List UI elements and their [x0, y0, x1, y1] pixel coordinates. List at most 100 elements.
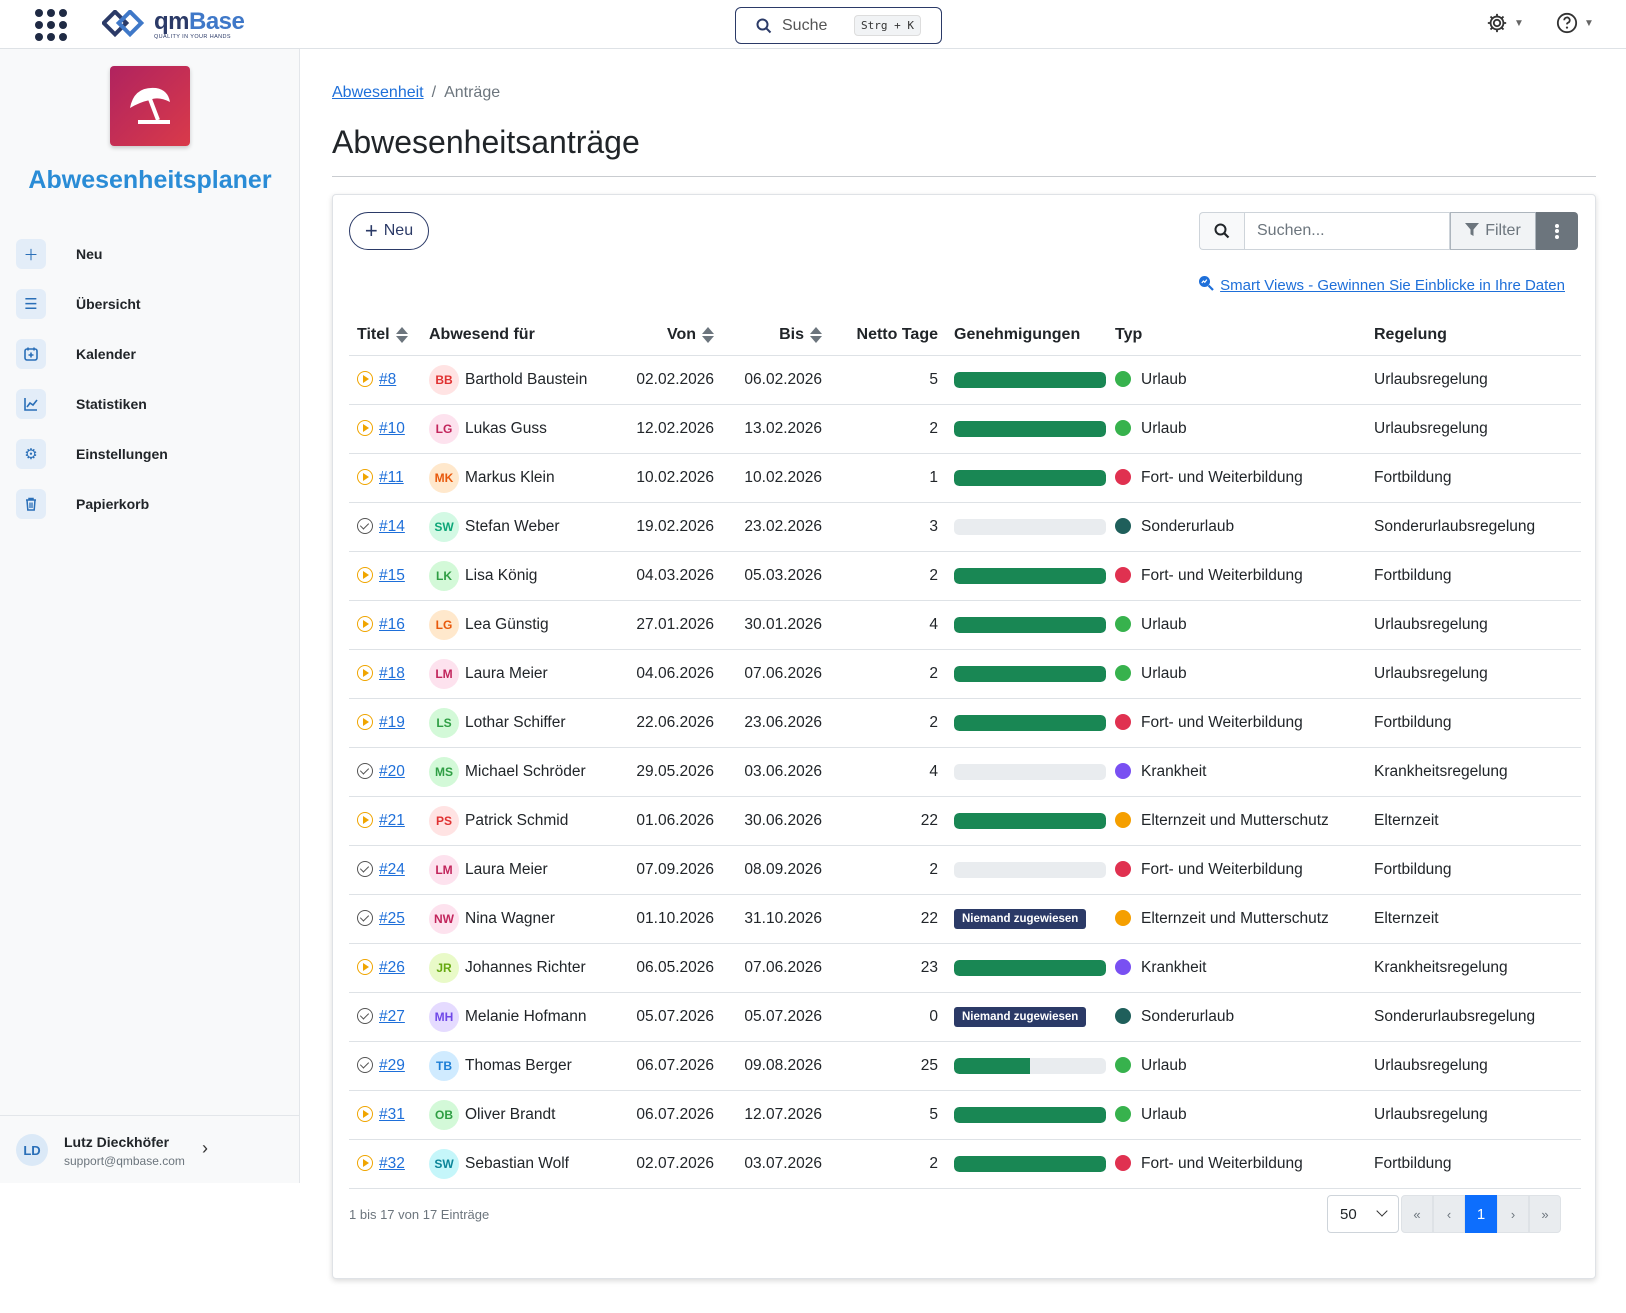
search-icon[interactable]: [1199, 212, 1244, 250]
to-date: 07.06.2026: [734, 943, 834, 993]
absence-type: Sonderurlaub: [1141, 517, 1235, 535]
user-name: Lutz Dieckhöfer: [64, 1134, 170, 1150]
smart-views-label: Smart Views - Gewinnen Sie Einblicke in …: [1220, 276, 1565, 294]
app-tile[interactable]: [110, 66, 190, 146]
type-color-dot: [1115, 616, 1131, 633]
request-link[interactable]: #31: [379, 1106, 405, 1123]
absence-type: Urlaub: [1141, 370, 1187, 388]
table-row[interactable]: #18 LM Laura Meier 04.06.2026 07.06.2026 2 Url…: [349, 649, 1581, 699]
smart-views-link[interactable]: Smart Views - Gewinnen Sie Einblicke in …: [1198, 275, 1565, 295]
request-link[interactable]: #16: [379, 616, 405, 633]
request-link[interactable]: #32: [379, 1155, 405, 1172]
person-name: Oliver Brandt: [465, 1105, 556, 1123]
table-row[interactable]: #32 SW Sebastian Wolf 02.07.2026 03.07.2026 2…: [349, 1139, 1581, 1189]
filter-button[interactable]: Filter: [1450, 212, 1536, 250]
table-row[interactable]: #15 LK Lisa König 04.03.2026 05.03.2026 2 Fort…: [349, 551, 1581, 601]
last-page-button[interactable]: »: [1529, 1195, 1561, 1233]
table-row[interactable]: #25 NW Nina Wagner 01.10.2026 31.10.2026 22 Ni…: [349, 894, 1581, 944]
avatar: LD: [16, 1134, 48, 1166]
table-row[interactable]: #8 BB Barthold Baustein 02.02.2026 06.02.202…: [349, 355, 1581, 405]
sidebar-item-einstellungen[interactable]: ⚙ Einstellungen: [16, 429, 286, 479]
request-link[interactable]: #25: [379, 910, 405, 927]
avatar: MH: [429, 1001, 459, 1032]
to-date: 07.06.2026: [734, 649, 834, 699]
table-row[interactable]: #19 LS Lothar Schiffer 22.06.2026 23.06.2026…: [349, 698, 1581, 748]
type-color-dot: [1115, 1057, 1131, 1074]
filter-label: Filter: [1485, 222, 1521, 239]
page-button-1[interactable]: 1: [1465, 1195, 1497, 1233]
from-date: 05.07.2026: [634, 992, 734, 1042]
kebab-icon: [1555, 222, 1559, 240]
global-search[interactable]: Suche Strg + K: [735, 7, 942, 44]
column-header-from[interactable]: Von: [634, 315, 734, 356]
table-row[interactable]: #11 MK Markus Klein 10.02.2026 10.02.2026 1 Fo…: [349, 453, 1581, 503]
person-name: Stefan Weber: [465, 517, 560, 535]
table-row[interactable]: #16 LG Lea Günstig 27.01.2026 30.01.2026 4 Url…: [349, 600, 1581, 650]
logo[interactable]: qmBase QUALITY IN YOUR HANDS: [102, 8, 245, 42]
table-row[interactable]: #24 LM Laura Meier 07.09.2026 08.09.2026 2 For…: [349, 845, 1581, 895]
avatar: OB: [429, 1099, 459, 1130]
play-circle-icon: [357, 812, 373, 829]
request-link[interactable]: #18: [379, 665, 405, 682]
column-header-rule: Regelung: [1374, 315, 1581, 356]
table-row[interactable]: #21 PS Patrick Schmid 01.06.2026 30.06.2026 2…: [349, 796, 1581, 846]
table-row[interactable]: #20 MS Michael Schröder 29.05.2026 03.06.202…: [349, 747, 1581, 797]
settings-menu[interactable]: ▼: [1486, 12, 1524, 34]
request-link[interactable]: #29: [379, 1057, 405, 1074]
first-page-button[interactable]: «: [1401, 1195, 1433, 1233]
page-size-select[interactable]: 50: [1327, 1195, 1399, 1233]
chevron-down-icon: [1376, 1205, 1388, 1217]
sidebar-item-label: Kalender: [76, 346, 136, 362]
request-link[interactable]: #14: [379, 518, 405, 535]
table-search-input[interactable]: Suchen...: [1244, 212, 1450, 250]
table-row[interactable]: #31 OB Oliver Brandt 06.07.2026 12.07.2026 5 U…: [349, 1090, 1581, 1140]
table-row[interactable]: #14 SW Stefan Weber 19.02.2026 23.02.2026 3 So…: [349, 502, 1581, 552]
request-link[interactable]: #24: [379, 861, 405, 878]
sidebar-item-uebersicht[interactable]: ☰ Übersicht: [16, 279, 286, 329]
check-circle-icon: [357, 1057, 373, 1074]
sidebar-item-statistiken[interactable]: Statistiken: [16, 379, 286, 429]
breadcrumb-link-abwesenheit[interactable]: Abwesenheit: [332, 84, 424, 101]
column-header-title[interactable]: Titel: [349, 315, 429, 356]
person-name: Lukas Guss: [465, 419, 547, 437]
help-menu[interactable]: ▼: [1556, 12, 1594, 34]
request-link[interactable]: #20: [379, 763, 405, 780]
next-page-button[interactable]: ›: [1497, 1195, 1529, 1233]
request-link[interactable]: #11: [379, 469, 404, 486]
absence-rule: Fortbildung: [1374, 551, 1581, 601]
sidebar-item-papierkorb[interactable]: Papierkorb: [16, 479, 286, 529]
new-request-button[interactable]: + Neu: [349, 212, 429, 250]
play-circle-icon: [357, 714, 373, 731]
check-circle-icon: [357, 763, 373, 780]
absence-type: Fort- und Weiterbildung: [1141, 1154, 1303, 1172]
sidebar-item-label: Einstellungen: [76, 446, 168, 462]
approval-progress: [954, 763, 1106, 780]
table-row[interactable]: #10 LG Lukas Guss 12.02.2026 13.02.2026 2 Urla…: [349, 404, 1581, 454]
user-menu[interactable]: LD Lutz Dieckhöfer support@qmbase.com ›: [0, 1115, 300, 1183]
to-date: 30.06.2026: [734, 796, 834, 846]
table-row[interactable]: #29 TB Thomas Berger 06.07.2026 09.08.2026 25…: [349, 1041, 1581, 1091]
type-color-dot: [1115, 861, 1131, 878]
request-link[interactable]: #8: [379, 371, 396, 388]
prev-page-button[interactable]: ‹: [1433, 1195, 1465, 1233]
request-link[interactable]: #15: [379, 567, 405, 584]
column-header-to[interactable]: Bis: [734, 315, 834, 356]
table-row[interactable]: #26 JR Johannes Richter 06.05.2026 07.06.202…: [349, 943, 1581, 993]
table-row[interactable]: #27 MH Melanie Hofmann 05.07.2026 05.07.2026…: [349, 992, 1581, 1042]
approval-progress: [954, 1057, 1106, 1074]
request-link[interactable]: #27: [379, 1008, 405, 1025]
more-options-button[interactable]: [1536, 212, 1578, 250]
request-link[interactable]: #10: [379, 420, 405, 437]
request-link[interactable]: #19: [379, 714, 405, 731]
to-date: 05.07.2026: [734, 992, 834, 1042]
request-link[interactable]: #26: [379, 959, 405, 976]
from-date: 29.05.2026: [634, 747, 734, 797]
apps-grid-icon[interactable]: [35, 9, 67, 41]
sidebar-item-neu[interactable]: ＋ Neu: [16, 229, 286, 279]
type-color-dot: [1115, 665, 1131, 682]
column-header-approvals: Genehmigungen: [944, 315, 1109, 356]
sidebar-item-kalender[interactable]: Kalender: [16, 329, 286, 379]
from-date: 01.06.2026: [634, 796, 734, 846]
request-link[interactable]: #21: [379, 812, 405, 829]
column-header-label: Titel: [357, 325, 390, 343]
